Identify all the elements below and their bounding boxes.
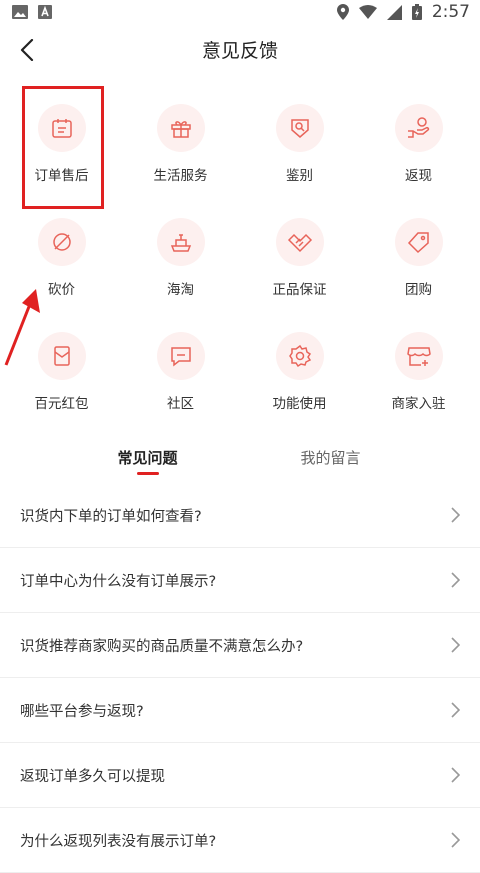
category-label: 鉴别 xyxy=(286,168,313,184)
battery-icon xyxy=(411,4,422,20)
tab-underline xyxy=(136,472,159,475)
category-feature-usage[interactable]: 功能使用 xyxy=(240,310,359,424)
back-button[interactable] xyxy=(12,35,42,65)
text-notification-icon xyxy=(38,5,52,19)
magnifier-badge-icon xyxy=(290,119,309,138)
category-grid: 订单售后 生活服务 鉴别 返现 砍价 海淘 正品保证 团购 百元红包 社区 功能… xyxy=(0,82,480,424)
category-label: 百元红包 xyxy=(34,396,89,412)
category-group-buy[interactable]: 团购 xyxy=(359,196,478,310)
category-authentication[interactable]: 鉴别 xyxy=(240,82,359,196)
icon-circle xyxy=(275,332,324,380)
category-label: 订单售后 xyxy=(34,168,89,184)
hand-coin-icon xyxy=(407,117,429,138)
category-label: 正品保证 xyxy=(272,282,327,298)
faq-question: 订单中心为什么没有订单展示? xyxy=(20,573,217,590)
chevron-right-icon xyxy=(448,767,462,783)
price-tag-icon xyxy=(407,232,429,254)
category-label: 商家入驻 xyxy=(391,396,446,412)
location-icon xyxy=(336,4,349,20)
category-label: 海淘 xyxy=(167,282,194,298)
status-left xyxy=(12,5,52,19)
category-genuine-guarantee[interactable]: 正品保证 xyxy=(240,196,359,310)
tab-my-messages[interactable]: 我的留言 xyxy=(239,431,480,483)
faq-question: 哪些平台参与返现? xyxy=(20,703,144,720)
icon-circle xyxy=(394,104,443,152)
status-time: 2:57 xyxy=(431,2,470,22)
category-label: 砍价 xyxy=(48,282,75,298)
category-label: 返现 xyxy=(405,168,432,184)
handshake-icon xyxy=(287,233,312,253)
signal-icon xyxy=(386,4,402,20)
status-right: 2:57 xyxy=(336,2,470,22)
faq-question: 为什么返现列表没有展示订单? xyxy=(20,833,217,850)
category-label: 团购 xyxy=(405,282,432,298)
faq-question: 识货内下单的订单如何查看? xyxy=(20,508,202,525)
icon-circle xyxy=(156,332,205,380)
category-label: 生活服务 xyxy=(153,168,208,184)
back-arrow-icon xyxy=(20,39,34,61)
faq-item[interactable]: 返现订单多久可以提现 xyxy=(0,743,480,808)
wifi-icon xyxy=(358,5,377,19)
icon-circle xyxy=(156,218,205,266)
category-red-packet[interactable]: 百元红包 xyxy=(2,310,121,424)
store-icon xyxy=(406,347,431,366)
category-life-services[interactable]: 生活服务 xyxy=(121,82,240,196)
tab-bar: 常见问题 我的留言 xyxy=(0,431,480,483)
chevron-right-icon xyxy=(448,572,462,588)
red-envelope-icon xyxy=(53,346,70,366)
icon-circle xyxy=(394,332,443,380)
tab-faq[interactable]: 常见问题 xyxy=(0,431,239,483)
faq-item[interactable]: 识货推荐商家购买的商品质量不满意怎么办? xyxy=(0,613,480,678)
faq-item[interactable]: 哪些平台参与返现? xyxy=(0,678,480,743)
category-cashback[interactable]: 返现 xyxy=(359,82,478,196)
category-merchant-join[interactable]: 商家入驻 xyxy=(359,310,478,424)
icon-circle xyxy=(156,104,205,152)
chevron-right-icon xyxy=(448,637,462,653)
chevron-right-icon xyxy=(448,702,462,718)
category-label: 社区 xyxy=(167,396,194,412)
tag-slash-icon xyxy=(52,233,71,251)
nav-bar: 意见反馈 xyxy=(0,24,480,74)
category-order-after-sales[interactable]: 订单售后 xyxy=(2,82,121,196)
page-title: 意见反馈 xyxy=(201,39,278,62)
faq-list: 识货内下单的订单如何查看? 订单中心为什么没有订单展示? 识货推荐商家购买的商品… xyxy=(0,483,480,873)
chat-bubble-icon xyxy=(170,347,191,367)
faq-question: 返现订单多久可以提现 xyxy=(20,768,165,785)
gift-icon xyxy=(170,121,191,138)
category-label: 功能使用 xyxy=(272,396,327,412)
faq-item[interactable]: 识货内下单的订单如何查看? xyxy=(0,483,480,548)
gear-icon xyxy=(288,344,311,368)
calendar-icon xyxy=(51,119,72,138)
category-bargain[interactable]: 砍价 xyxy=(2,196,121,310)
tab-label: 常见问题 xyxy=(117,448,178,467)
tab-label: 我的留言 xyxy=(300,448,361,467)
faq-item[interactable]: 为什么返现列表没有展示订单? xyxy=(0,808,480,873)
icon-circle xyxy=(37,218,86,266)
ship-icon xyxy=(170,234,191,252)
category-community[interactable]: 社区 xyxy=(121,310,240,424)
icon-circle xyxy=(37,104,86,152)
icon-circle xyxy=(275,104,324,152)
status-bar: 2:57 xyxy=(0,0,480,24)
chevron-right-icon xyxy=(448,832,462,848)
image-notification-icon xyxy=(12,5,28,19)
category-overseas[interactable]: 海淘 xyxy=(121,196,240,310)
faq-question: 识货推荐商家购买的商品质量不满意怎么办? xyxy=(20,638,304,655)
chevron-right-icon xyxy=(448,507,462,523)
icon-circle xyxy=(394,218,443,266)
icon-circle xyxy=(275,218,324,266)
faq-item[interactable]: 订单中心为什么没有订单展示? xyxy=(0,548,480,613)
icon-circle xyxy=(37,332,86,380)
